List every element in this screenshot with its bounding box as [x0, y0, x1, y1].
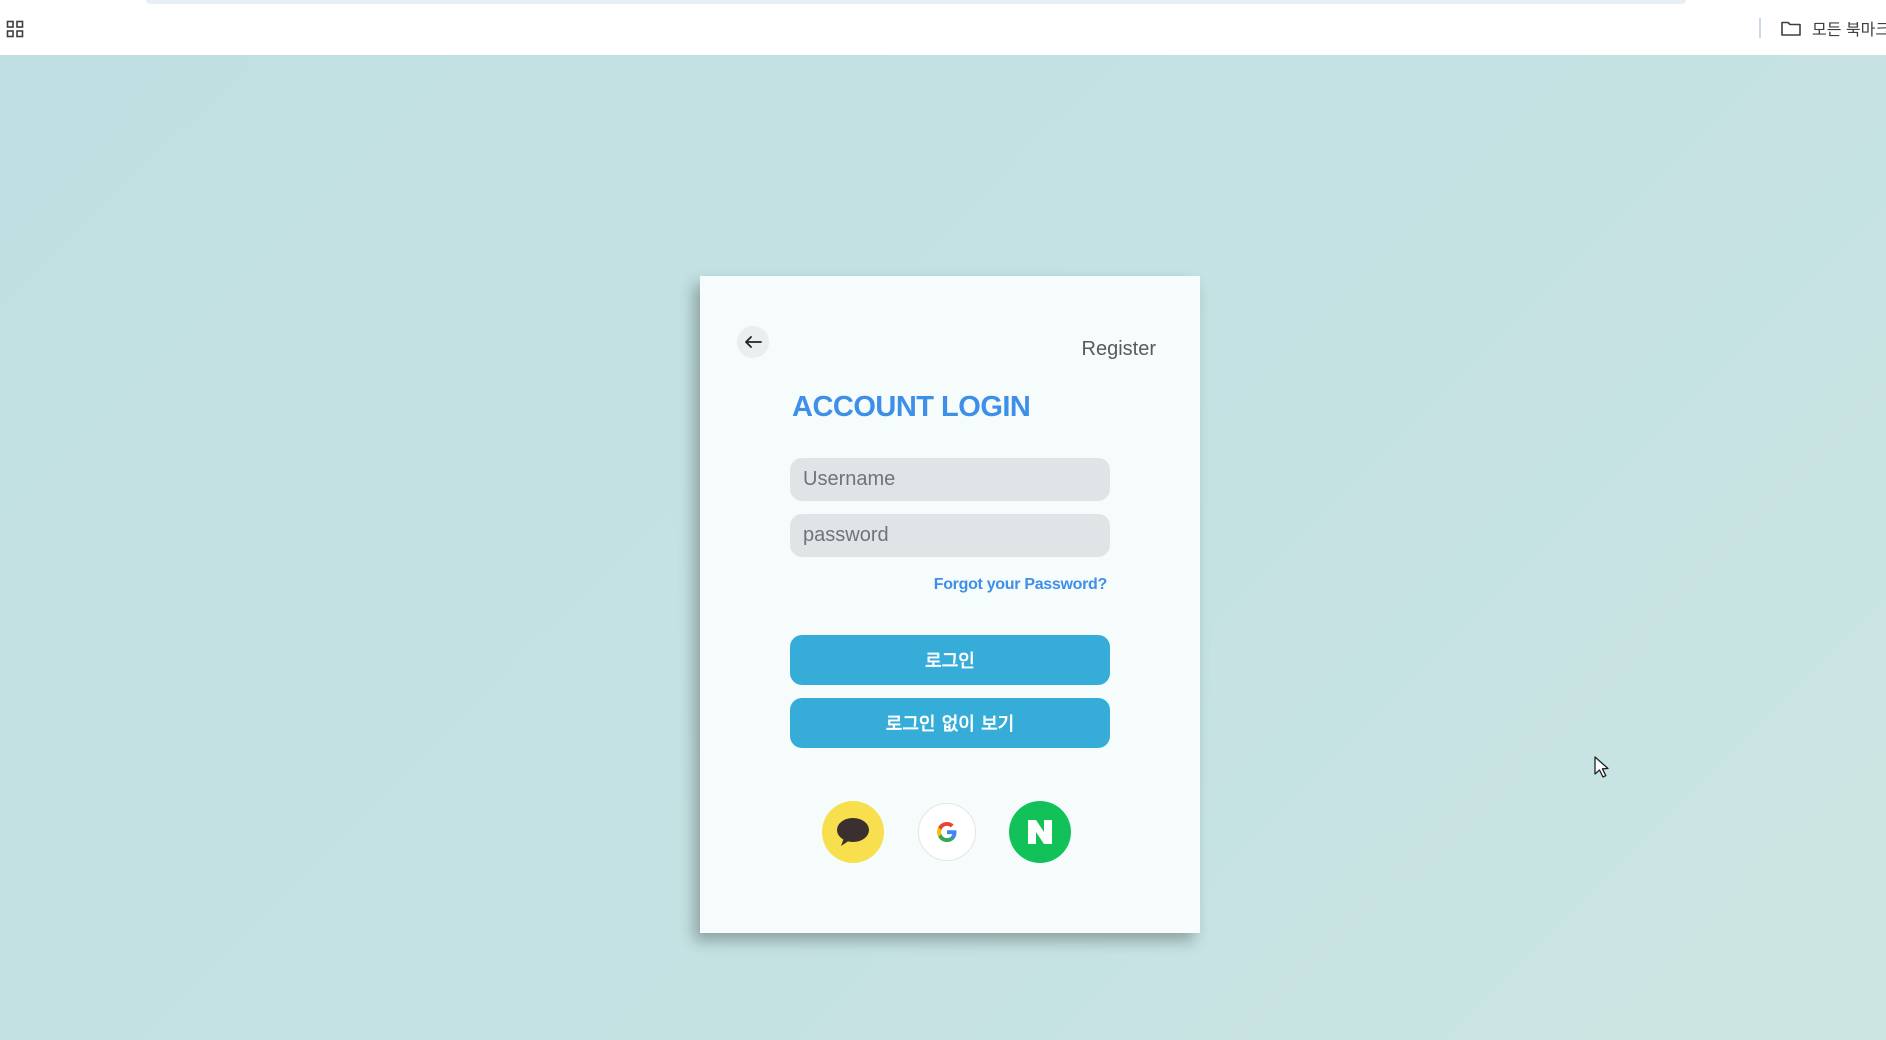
folder-icon [1781, 21, 1801, 36]
password-input[interactable] [790, 514, 1110, 557]
login-button[interactable]: 로그인 [790, 635, 1110, 685]
page-viewport: Register ACCOUNT LOGIN Forgot your Passw… [0, 55, 1886, 1040]
kakao-speech-bubble-icon [837, 818, 869, 846]
naver-login-button[interactable] [1009, 801, 1071, 863]
bookmarks-divider [1759, 18, 1761, 38]
apps-grid-icon[interactable] [6, 20, 24, 38]
browse-without-login-button[interactable]: 로그인 없이 보기 [790, 698, 1110, 748]
register-link[interactable]: Register [1082, 338, 1156, 361]
forgot-password-link[interactable]: Forgot your Password? [934, 576, 1108, 594]
browser-bookmarks-bar: 모든 북마크 [0, 0, 1886, 56]
username-input[interactable] [790, 458, 1110, 501]
page-title: ACCOUNT LOGIN [792, 391, 1031, 423]
mouse-pointer-icon [1594, 756, 1609, 778]
google-login-button[interactable] [918, 803, 976, 861]
login-card: Register ACCOUNT LOGIN Forgot your Passw… [700, 276, 1200, 933]
back-button[interactable] [737, 326, 769, 358]
kakao-login-button[interactable] [822, 801, 884, 863]
naver-n-icon [1028, 820, 1052, 844]
all-bookmarks-button[interactable]: 모든 북마크 [1780, 17, 1886, 39]
arrow-left-icon [745, 336, 762, 348]
address-bar-edge [146, 0, 1686, 4]
all-bookmarks-label: 모든 북마크 [1812, 22, 1886, 39]
google-g-icon [937, 822, 957, 842]
